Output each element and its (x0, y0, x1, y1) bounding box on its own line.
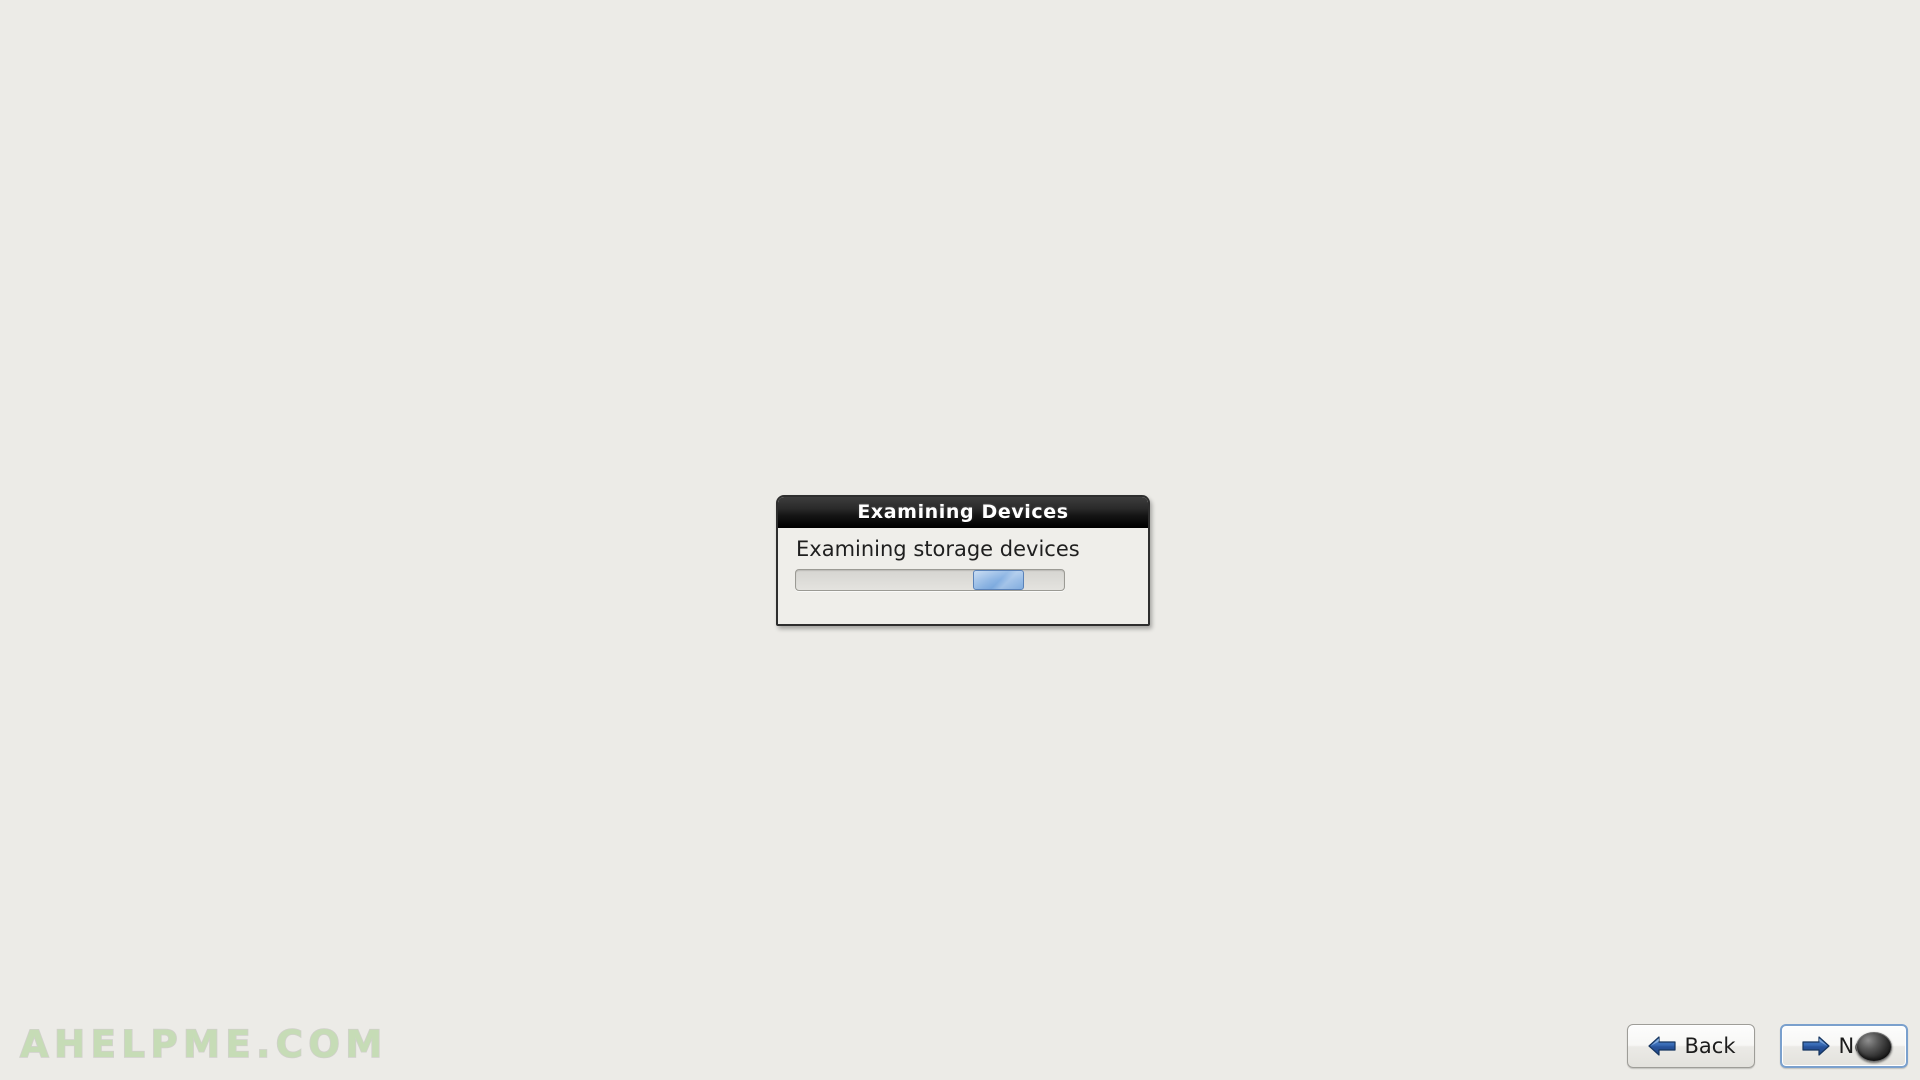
arrow-left-icon (1647, 1036, 1676, 1056)
progress-bar-pulse-block (972, 570, 1024, 591)
dialog-body: Examining storage devices (778, 528, 1148, 623)
navigation-button-bar: Back Next (1627, 1024, 1908, 1068)
installer-screen: AHELPME.COM Examining Devices Examining … (0, 0, 1920, 1080)
back-button-label: Back (1684, 1034, 1736, 1058)
dialog-message: Examining storage devices (796, 537, 1080, 561)
progress-bar (795, 569, 1065, 592)
dialog-titlebar: Examining Devices (778, 497, 1148, 528)
site-watermark: AHELPME.COM (19, 1022, 388, 1067)
next-button-label: Next (1838, 1034, 1888, 1058)
next-button[interactable]: Next (1780, 1024, 1908, 1068)
dialog-title: Examining Devices (857, 501, 1069, 523)
examining-devices-dialog: Examining Devices Examining storage devi… (776, 495, 1150, 626)
back-button[interactable]: Back (1627, 1024, 1755, 1068)
arrow-right-icon (1801, 1036, 1830, 1056)
